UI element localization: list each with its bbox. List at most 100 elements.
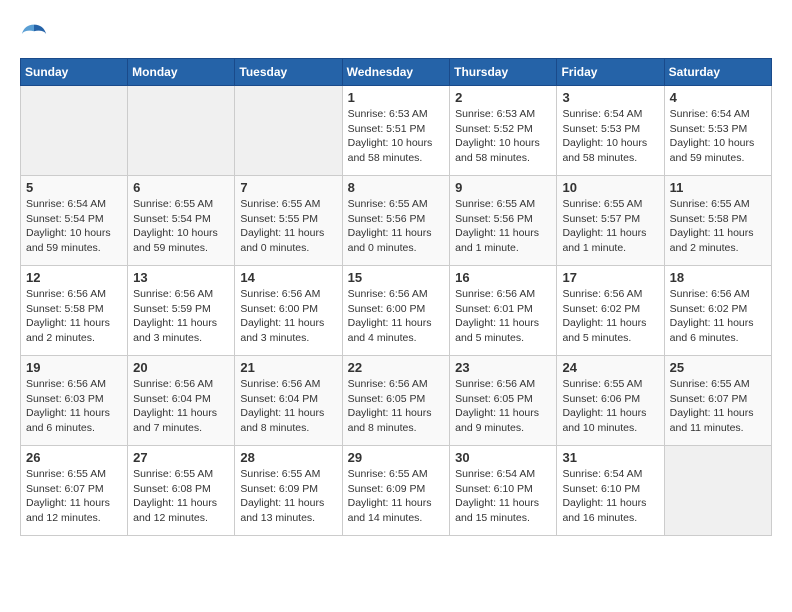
calendar-cell: 3 Sunrise: 6:54 AMSunset: 5:53 PMDaylight… [557,86,664,176]
day-info: Sunrise: 6:55 AMSunset: 5:58 PMDaylight:… [670,197,766,256]
calendar-cell [128,86,235,176]
day-number: 5 [26,180,122,195]
calendar-cell [664,446,771,536]
day-info: Sunrise: 6:56 AMSunset: 6:03 PMDaylight:… [26,377,122,436]
day-number: 24 [562,360,658,375]
calendar-cell: 30 Sunrise: 6:54 AMSunset: 6:10 PMDayligh… [450,446,557,536]
day-number: 31 [562,450,658,465]
day-info: Sunrise: 6:56 AMSunset: 6:05 PMDaylight:… [455,377,551,436]
calendar-cell: 14 Sunrise: 6:56 AMSunset: 6:00 PMDayligh… [235,266,342,356]
calendar-cell: 29 Sunrise: 6:55 AMSunset: 6:09 PMDayligh… [342,446,450,536]
day-info: Sunrise: 6:56 AMSunset: 6:02 PMDaylight:… [562,287,658,346]
day-info: Sunrise: 6:55 AMSunset: 6:09 PMDaylight:… [240,467,336,526]
day-info: Sunrise: 6:55 AMSunset: 6:09 PMDaylight:… [348,467,445,526]
day-number: 30 [455,450,551,465]
page-header [20,20,772,48]
day-number: 22 [348,360,445,375]
day-info: Sunrise: 6:56 AMSunset: 5:59 PMDaylight:… [133,287,229,346]
calendar-cell: 15Sunrise: 6:56 AMSunset: 6:00 PMDayligh… [342,266,450,356]
calendar-cell: 18 Sunrise: 6:56 AMSunset: 6:02 PMDayligh… [664,266,771,356]
calendar-cell: 4Sunrise: 6:54 AMSunset: 5:53 PMDaylight… [664,86,771,176]
day-info: Sunrise: 6:56 AMSunset: 5:58 PMDaylight:… [26,287,122,346]
day-info: Sunrise: 6:55 AMSunset: 5:56 PMDaylight:… [348,197,445,256]
calendar-cell: 12 Sunrise: 6:56 AMSunset: 5:58 PMDayligh… [21,266,128,356]
calendar-cell: 10 Sunrise: 6:55 AMSunset: 5:57 PMDayligh… [557,176,664,266]
calendar-week-row: 19 Sunrise: 6:56 AMSunset: 6:03 PMDayligh… [21,356,772,446]
day-info: Sunrise: 6:56 AMSunset: 6:02 PMDaylight:… [670,287,766,346]
day-number: 3 [562,90,658,105]
day-info: Sunrise: 6:56 AMSunset: 6:00 PMDaylight:… [240,287,336,346]
weekday-header-sunday: Sunday [21,59,128,86]
day-info: Sunrise: 6:53 AMSunset: 5:52 PMDaylight:… [455,107,551,166]
calendar-cell [235,86,342,176]
logo [20,20,52,48]
day-info: Sunrise: 6:54 AMSunset: 5:54 PMDaylight:… [26,197,122,256]
day-number: 8 [348,180,445,195]
day-number: 7 [240,180,336,195]
day-number: 23 [455,360,551,375]
calendar-cell: 7 Sunrise: 6:55 AMSunset: 5:55 PMDaylight… [235,176,342,266]
calendar-cell: 27 Sunrise: 6:55 AMSunset: 6:08 PMDayligh… [128,446,235,536]
calendar-cell: 11 Sunrise: 6:55 AMSunset: 5:58 PMDayligh… [664,176,771,266]
calendar-cell: 8 Sunrise: 6:55 AMSunset: 5:56 PMDaylight… [342,176,450,266]
day-number: 29 [348,450,445,465]
calendar-cell: 21Sunrise: 6:56 AMSunset: 6:04 PMDayligh… [235,356,342,446]
calendar-cell: 22 Sunrise: 6:56 AMSunset: 6:05 PMDayligh… [342,356,450,446]
calendar-cell: 24 Sunrise: 6:55 AMSunset: 6:06 PMDayligh… [557,356,664,446]
day-number: 17 [562,270,658,285]
day-number: 12 [26,270,122,285]
day-number: 27 [133,450,229,465]
weekday-header-monday: Monday [128,59,235,86]
day-info: Sunrise: 6:53 AMSunset: 5:51 PMDaylight:… [348,107,445,166]
weekday-header-saturday: Saturday [664,59,771,86]
calendar-cell: 1 Sunrise: 6:53 AMSunset: 5:51 PMDaylight… [342,86,450,176]
calendar-cell: 28 Sunrise: 6:55 AMSunset: 6:09 PMDayligh… [235,446,342,536]
calendar-cell: 9Sunrise: 6:55 AMSunset: 5:56 PMDaylight… [450,176,557,266]
day-number: 4 [670,90,766,105]
day-info: Sunrise: 6:55 AMSunset: 5:57 PMDaylight:… [562,197,658,256]
day-number: 16 [455,270,551,285]
day-info: Sunrise: 6:56 AMSunset: 6:00 PMDaylight:… [348,287,445,346]
day-number: 2 [455,90,551,105]
day-number: 11 [670,180,766,195]
day-info: Sunrise: 6:55 AMSunset: 5:54 PMDaylight:… [133,197,229,256]
calendar-cell: 6 Sunrise: 6:55 AMSunset: 5:54 PMDaylight… [128,176,235,266]
day-number: 1 [348,90,445,105]
day-number: 18 [670,270,766,285]
calendar-cell: 31 Sunrise: 6:54 AMSunset: 6:10 PMDayligh… [557,446,664,536]
day-number: 10 [562,180,658,195]
calendar-table: SundayMondayTuesdayWednesdayThursdayFrid… [20,58,772,536]
calendar-cell: 5 Sunrise: 6:54 AMSunset: 5:54 PMDaylight… [21,176,128,266]
calendar-cell: 16 Sunrise: 6:56 AMSunset: 6:01 PMDayligh… [450,266,557,356]
day-info: Sunrise: 6:55 AMSunset: 6:07 PMDaylight:… [26,467,122,526]
calendar-cell: 20Sunrise: 6:56 AMSunset: 6:04 PMDayligh… [128,356,235,446]
day-info: Sunrise: 6:55 AMSunset: 5:55 PMDaylight:… [240,197,336,256]
day-number: 13 [133,270,229,285]
calendar-cell: 2 Sunrise: 6:53 AMSunset: 5:52 PMDaylight… [450,86,557,176]
day-info: Sunrise: 6:55 AMSunset: 6:08 PMDaylight:… [133,467,229,526]
calendar-cell: 26Sunrise: 6:55 AMSunset: 6:07 PMDayligh… [21,446,128,536]
day-info: Sunrise: 6:55 AMSunset: 6:06 PMDaylight:… [562,377,658,436]
day-number: 21 [240,360,336,375]
weekday-header-thursday: Thursday [450,59,557,86]
calendar-week-row: 12 Sunrise: 6:56 AMSunset: 5:58 PMDayligh… [21,266,772,356]
calendar-cell: 17 Sunrise: 6:56 AMSunset: 6:02 PMDayligh… [557,266,664,356]
day-info: Sunrise: 6:56 AMSunset: 6:04 PMDaylight:… [133,377,229,436]
calendar-cell: 19 Sunrise: 6:56 AMSunset: 6:03 PMDayligh… [21,356,128,446]
day-info: Sunrise: 6:55 AMSunset: 6:07 PMDaylight:… [670,377,766,436]
day-info: Sunrise: 6:56 AMSunset: 6:05 PMDaylight:… [348,377,445,436]
day-info: Sunrise: 6:54 AMSunset: 6:10 PMDaylight:… [562,467,658,526]
day-number: 6 [133,180,229,195]
day-number: 19 [26,360,122,375]
day-number: 14 [240,270,336,285]
day-info: Sunrise: 6:54 AMSunset: 6:10 PMDaylight:… [455,467,551,526]
calendar-week-row: 26Sunrise: 6:55 AMSunset: 6:07 PMDayligh… [21,446,772,536]
calendar-cell: 25Sunrise: 6:55 AMSunset: 6:07 PMDayligh… [664,356,771,446]
day-info: Sunrise: 6:54 AMSunset: 5:53 PMDaylight:… [562,107,658,166]
day-info: Sunrise: 6:55 AMSunset: 5:56 PMDaylight:… [455,197,551,256]
weekday-header-wednesday: Wednesday [342,59,450,86]
day-number: 28 [240,450,336,465]
calendar-cell [21,86,128,176]
calendar-cell: 13 Sunrise: 6:56 AMSunset: 5:59 PMDayligh… [128,266,235,356]
day-info: Sunrise: 6:56 AMSunset: 6:01 PMDaylight:… [455,287,551,346]
